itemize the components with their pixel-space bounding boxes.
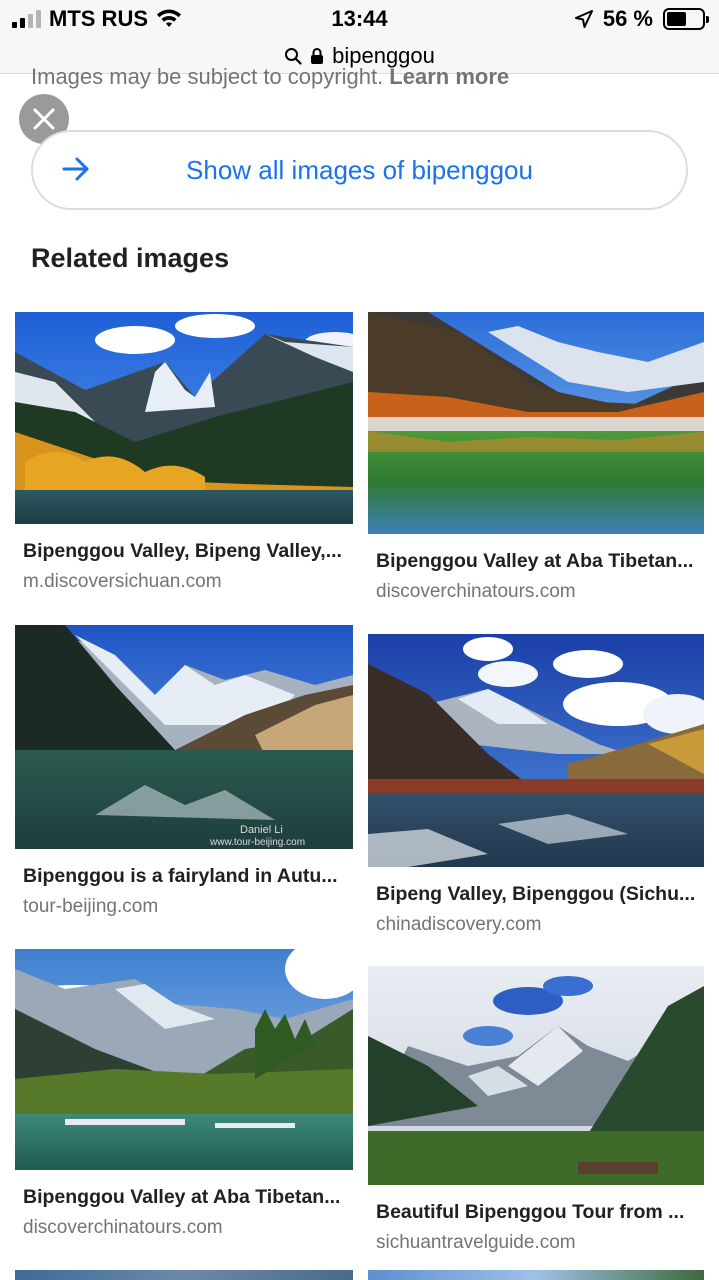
related-image-source: chinadiscovery.com (376, 914, 542, 935)
battery-percent: 56 % (602, 6, 653, 31)
related-image-thumbnail[interactable] (368, 966, 706, 1185)
copyright-text: Images may be subject to copyright. (31, 64, 384, 89)
related-image-source: discoverchinatours.com (23, 1217, 223, 1238)
search-icon (285, 47, 302, 65)
battery-icon (663, 8, 709, 30)
related-image-thumbnail[interactable] (15, 949, 353, 1170)
lock-icon (311, 47, 324, 64)
status-bar: MTS RUS 13:44 56 % (0, 0, 719, 40)
related-image-card[interactable]: Beautiful Bipenggou Tour from ... sichua… (368, 966, 706, 1254)
related-image-card[interactable]: Bipenggou Valley at Aba Tibetan... disco… (368, 312, 706, 603)
related-image-thumbnail[interactable] (15, 312, 353, 524)
related-image-card[interactable]: Bipeng Valley, Bipenggou (Sichu... china… (368, 634, 706, 936)
related-image-title[interactable]: Bipenggou Valley at Aba Tibetan... (376, 550, 698, 573)
related-image-source: discoverchinatours.com (376, 581, 576, 602)
related-image-card[interactable]: Daniel Li www.tour-beijing.com Bipenggou… (15, 625, 353, 918)
related-images-heading: Related images (31, 243, 230, 273)
arrow-right-icon (62, 157, 89, 181)
related-image-title[interactable]: Bipenggou is a fairyland in Autu... (23, 865, 345, 888)
related-image-title[interactable]: Beautiful Bipenggou Tour from ... (376, 1201, 698, 1224)
related-image-thumbnail[interactable] (368, 634, 706, 867)
show-all-images-button[interactable]: Show all images of bipenggou (31, 130, 688, 210)
show-all-images-label: Show all images of bipenggou (186, 154, 533, 185)
location-arrow-icon (574, 10, 593, 28)
watermark-author: Daniel Li (240, 824, 283, 836)
related-image-card[interactable]: Bipenggou Valley, Bipeng Valley,... m.di… (15, 312, 353, 593)
learn-more-link[interactable]: Learn more (389, 64, 509, 89)
related-image-title[interactable]: Bipenggou Valley at Aba Tibetan... (23, 1186, 345, 1209)
watermark-url: www.tour-beijing.com (209, 837, 305, 848)
related-image-title[interactable]: Bipenggou Valley, Bipeng Valley,... (23, 540, 345, 563)
related-image-card[interactable]: Bipenggou Valley at Aba Tibetan... disco… (15, 949, 353, 1239)
related-image-thumbnail[interactable]: Daniel Li www.tour-beijing.com (15, 625, 353, 849)
battery-fill (667, 12, 687, 26)
related-image-source: sichuantravelguide.com (376, 1232, 576, 1253)
related-image-source: m.discoversichuan.com (23, 571, 222, 592)
related-image-thumbnail-partial[interactable] (368, 1270, 704, 1280)
related-image-thumbnail-partial[interactable] (15, 1270, 353, 1280)
related-image-title[interactable]: Bipeng Valley, Bipenggou (Sichu... (376, 883, 698, 906)
close-icon (33, 108, 55, 130)
related-image-thumbnail[interactable] (368, 312, 706, 534)
copyright-notice: Images may be subject to copyright. Lear… (31, 64, 509, 90)
status-right: 56 % (574, 6, 709, 32)
related-image-source: tour-beijing.com (23, 896, 159, 917)
